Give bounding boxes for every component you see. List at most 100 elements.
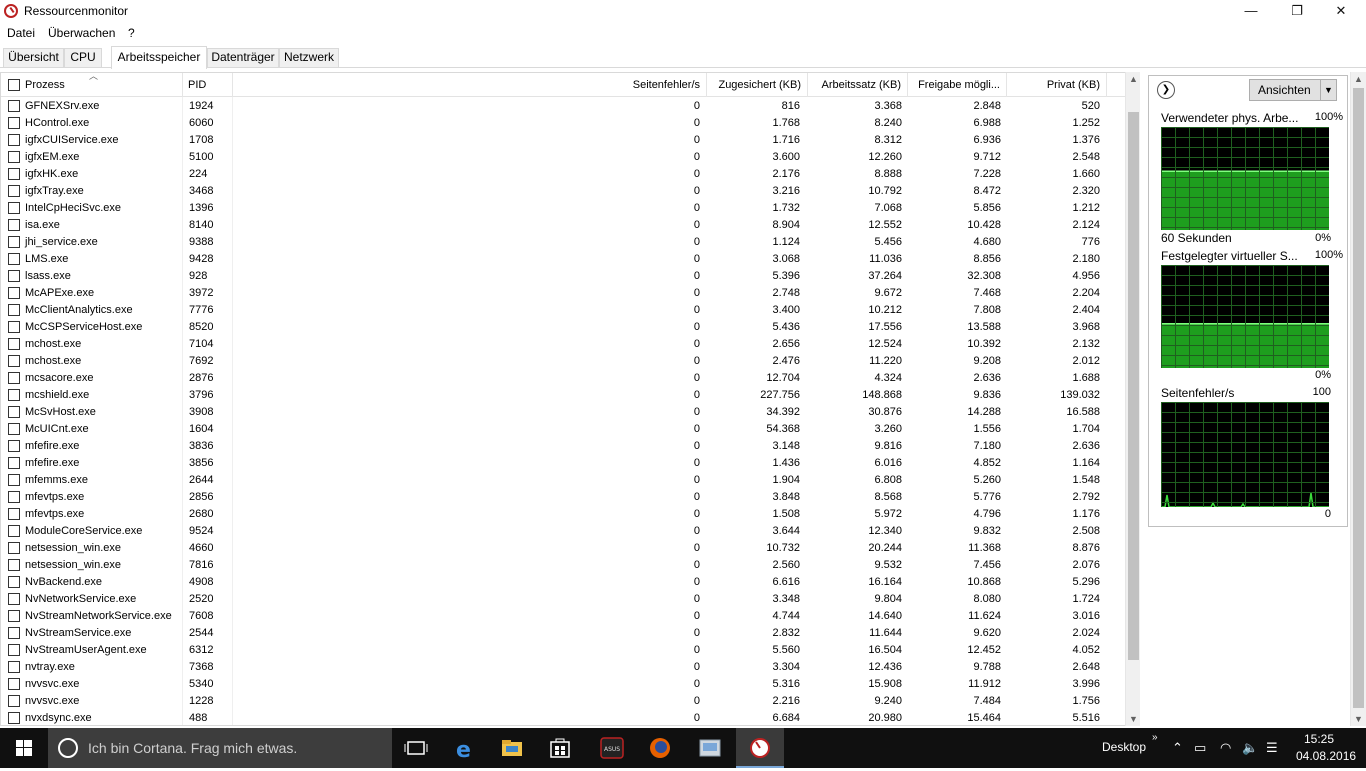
row-checkbox[interactable]	[8, 525, 20, 537]
row-checkbox[interactable]	[8, 270, 20, 282]
scroll-down-arrow-icon[interactable]: ▼	[1126, 712, 1141, 726]
edge-browser-icon[interactable]: e	[440, 728, 488, 768]
menu-help[interactable]: ?	[128, 26, 135, 40]
column-header-pid[interactable]: PID	[183, 73, 233, 97]
row-checkbox[interactable]	[8, 389, 20, 401]
table-row[interactable]: McClientAnalytics.exe 7776 0 3.400 10.212 7.8…	[1, 302, 1125, 319]
wifi-icon[interactable]: ◠	[1220, 740, 1231, 756]
row-checkbox[interactable]	[8, 185, 20, 197]
column-header-freigabe[interactable]: Freigabe mögli...	[908, 73, 1007, 97]
minimize-button[interactable]: —	[1228, 0, 1274, 22]
maximize-button[interactable]: ❐	[1274, 0, 1320, 22]
table-row[interactable]: mfevtps.exe 2680 0 1.508 5.972 4.796 1.176	[1, 506, 1125, 523]
store-icon[interactable]	[536, 728, 584, 768]
task-view-icon[interactable]	[392, 728, 440, 768]
row-checkbox[interactable]	[8, 134, 20, 146]
table-row[interactable]: isa.exe 8140 0 8.904 12.552 10.428 2.124	[1, 217, 1125, 234]
windows-start-icon[interactable]	[0, 728, 48, 768]
row-checkbox[interactable]	[8, 559, 20, 571]
asus-app-icon[interactable]: ASUS	[588, 728, 636, 768]
table-row[interactable]: nvvsvc.exe 5340 0 5.316 15.908 11.912 3.996	[1, 676, 1125, 693]
row-checkbox[interactable]	[8, 474, 20, 486]
row-checkbox[interactable]	[8, 151, 20, 163]
table-row[interactable]: igfxTray.exe 3468 0 3.216 10.792 8.472 2.320	[1, 183, 1125, 200]
table-row[interactable]: netsession_win.exe 4660 0 10.732 20.244 11.36…	[1, 540, 1125, 557]
table-row[interactable]: McSvHost.exe 3908 0 34.392 30.876 14.288 16.58…	[1, 404, 1125, 421]
row-checkbox[interactable]	[8, 202, 20, 214]
action-center-icon[interactable]: ☰	[1266, 740, 1278, 756]
clock-time[interactable]: 15:25	[1304, 732, 1334, 746]
table-row[interactable]: nvvsvc.exe 1228 0 2.216 9.240 7.484 1.756	[1, 693, 1125, 710]
tab-datentraeger[interactable]: Datenträger	[207, 48, 279, 67]
scroll-up-arrow-icon[interactable]: ▲	[1351, 72, 1366, 86]
scrollbar-thumb[interactable]	[1353, 88, 1364, 708]
clock-date[interactable]: 04.08.2016	[1296, 749, 1356, 763]
table-row[interactable]: mfevtps.exe 2856 0 3.848 8.568 5.776 2.792	[1, 489, 1125, 506]
table-row[interactable]: nvtray.exe 7368 0 3.304 12.436 9.788 2.648	[1, 659, 1125, 676]
close-button[interactable]: ✕	[1318, 0, 1364, 22]
table-row[interactable]: NvStreamNetworkService.exe 7608 0 4.744 14.6…	[1, 608, 1125, 625]
row-checkbox[interactable]	[8, 168, 20, 180]
row-checkbox[interactable]	[8, 593, 20, 605]
select-all-checkbox[interactable]	[8, 79, 20, 91]
row-checkbox[interactable]	[8, 321, 20, 333]
table-row[interactable]: mcsacore.exe 2876 0 12.704 4.324 2.636 1.688	[1, 370, 1125, 387]
row-checkbox[interactable]	[8, 712, 20, 724]
table-vertical-scrollbar[interactable]: ▲ ▼	[1125, 72, 1140, 726]
row-checkbox[interactable]	[8, 423, 20, 435]
battery-icon[interactable]: ▭	[1194, 740, 1206, 756]
toolbar-chevron-icon[interactable]: »	[1152, 732, 1158, 743]
table-row[interactable]: NvBackend.exe 4908 0 6.616 16.164 10.868 5.296	[1, 574, 1125, 591]
table-row[interactable]: mfefire.exe 3836 0 3.148 9.816 7.180 2.636	[1, 438, 1125, 455]
dropdown-arrow-icon[interactable]: ▼	[1320, 80, 1336, 100]
table-row[interactable]: mfemms.exe 2644 0 1.904 6.808 5.260 1.548	[1, 472, 1125, 489]
row-checkbox[interactable]	[8, 219, 20, 231]
row-checkbox[interactable]	[8, 491, 20, 503]
graph-panel-scrollbar[interactable]: ▲ ▼	[1350, 72, 1366, 726]
show-hidden-icons-icon[interactable]: ⌃	[1172, 740, 1183, 756]
table-row[interactable]: LMS.exe 9428 0 3.068 11.036 8.856 2.180	[1, 251, 1125, 268]
table-row[interactable]: lsass.exe 928 0 5.396 37.264 32.308 4.956	[1, 268, 1125, 285]
table-row[interactable]: McUICnt.exe 1604 0 54.368 3.260 1.556 1.704	[1, 421, 1125, 438]
table-row[interactable]: netsession_win.exe 7816 0 2.560 9.532 7.456 2.…	[1, 557, 1125, 574]
row-checkbox[interactable]	[8, 695, 20, 707]
desktop-toolbar-label[interactable]: Desktop	[1102, 740, 1146, 754]
column-header-seitenfehler[interactable]: Seitenfehler/s	[233, 73, 707, 97]
row-checkbox[interactable]	[8, 576, 20, 588]
cortana-search-box[interactable]: Ich bin Cortana. Frag mich etwas.	[48, 728, 392, 768]
table-row[interactable]: igfxEM.exe 5100 0 3.600 12.260 9.712 2.548	[1, 149, 1125, 166]
menu-ueberwachen[interactable]: Überwachen	[48, 26, 115, 40]
table-row[interactable]: NvStreamUserAgent.exe 6312 0 5.560 16.504 12.…	[1, 642, 1125, 659]
table-row[interactable]: McAPExe.exe 3972 0 2.748 9.672 7.468 2.204	[1, 285, 1125, 302]
file-explorer-icon[interactable]	[488, 728, 536, 768]
row-checkbox[interactable]	[8, 372, 20, 384]
column-header-privat[interactable]: Privat (KB)	[1007, 73, 1107, 97]
tab-netzwerk[interactable]: Netzwerk	[279, 48, 339, 67]
row-checkbox[interactable]	[8, 542, 20, 554]
table-row[interactable]: mchost.exe 7104 0 2.656 12.524 10.392 2.132	[1, 336, 1125, 353]
table-row[interactable]: igfxHK.exe 224 0 2.176 8.888 7.228 1.660	[1, 166, 1125, 183]
table-row[interactable]: mchost.exe 7692 0 2.476 11.220 9.208 2.012	[1, 353, 1125, 370]
tab-uebersicht[interactable]: Übersicht	[3, 48, 64, 67]
row-checkbox[interactable]	[8, 355, 20, 367]
tab-cpu[interactable]: CPU	[64, 48, 102, 67]
expand-panel-icon[interactable]: ❯	[1157, 81, 1175, 99]
column-header-zugesichert[interactable]: Zugesichert (KB)	[707, 73, 808, 97]
table-row[interactable]: HControl.exe 6060 0 1.768 8.240 6.988 1.252	[1, 115, 1125, 132]
column-header-prozess[interactable]: Prozess	[25, 73, 183, 97]
row-checkbox[interactable]	[8, 253, 20, 265]
table-row[interactable]: mcshield.exe 3796 0 227.756 148.868 9.836 139.…	[1, 387, 1125, 404]
table-row[interactable]: McCSPServiceHost.exe 8520 0 5.436 17.556 13.5…	[1, 319, 1125, 336]
row-checkbox[interactable]	[8, 304, 20, 316]
row-checkbox[interactable]	[8, 610, 20, 622]
row-checkbox[interactable]	[8, 406, 20, 418]
table-row[interactable]: NvNetworkService.exe 2520 0 3.348 9.804 8.080…	[1, 591, 1125, 608]
table-row[interactable]: IntelCpHeciSvc.exe 1396 0 1.732 7.068 5.856 1.…	[1, 200, 1125, 217]
resource-monitor-taskbar-icon[interactable]	[736, 728, 784, 768]
scrollbar-thumb[interactable]	[1128, 112, 1139, 660]
row-checkbox[interactable]	[8, 644, 20, 656]
row-checkbox[interactable]	[8, 627, 20, 639]
scroll-up-arrow-icon[interactable]: ▲	[1126, 72, 1141, 86]
row-checkbox[interactable]	[8, 440, 20, 452]
row-checkbox[interactable]	[8, 457, 20, 469]
